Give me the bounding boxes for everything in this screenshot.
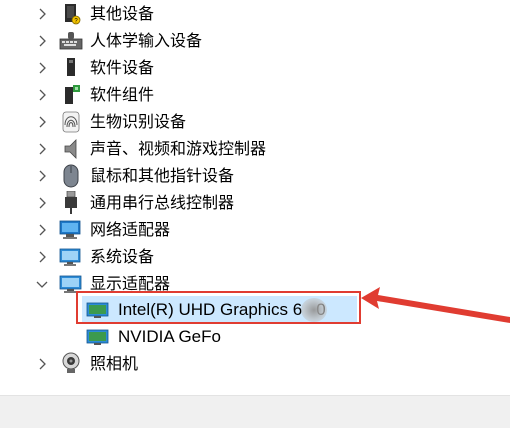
chevron-right-icon[interactable] (36, 8, 48, 20)
privacy-blur-fade (222, 322, 302, 352)
speaker-icon (59, 138, 83, 160)
camera-icon (59, 352, 83, 375)
chevron-right-icon[interactable] (36, 197, 48, 209)
chevron-right-icon[interactable] (36, 224, 48, 236)
tree-item-sound-video-game[interactable]: 声音、视频和游戏控制器 (0, 135, 510, 162)
chevron-right-icon[interactable] (36, 143, 48, 155)
tree-item-label: 软件设备 (90, 57, 155, 77)
tree-item-other-devices[interactable]: ? 其他设备 (0, 0, 510, 27)
chevron-right-icon[interactable] (36, 89, 48, 101)
tree-item-label: 通用串行总线控制器 (90, 192, 235, 212)
software-component-icon (59, 84, 83, 106)
tree-item-mouse[interactable]: 鼠标和其他指针设备 (0, 162, 510, 189)
tree-item-network[interactable]: 网络适配器 (0, 216, 510, 243)
tree-item-system-devices[interactable]: 系统设备 (0, 243, 510, 270)
chevron-right-icon[interactable] (36, 62, 48, 74)
tree-item-biometric[interactable]: 生物识别设备 (0, 108, 510, 135)
tree-item-label: 系统设备 (90, 246, 155, 266)
monitor-icon (86, 326, 110, 348)
tree-item-label: 照相机 (90, 353, 139, 373)
tree-item-label: 人体学输入设备 (90, 30, 203, 50)
keyboard-hid-icon (59, 30, 83, 52)
mouse-icon (59, 164, 83, 187)
tree-item-camera[interactable]: 照相机 (0, 350, 510, 377)
tree-item-label: 声音、视频和游戏控制器 (90, 138, 267, 158)
tree-item-label: 网络适配器 (90, 219, 171, 239)
chevron-right-icon[interactable] (36, 358, 48, 370)
software-device-icon (59, 57, 83, 79)
system-device-icon (59, 246, 83, 268)
tree-item-label: 生物识别设备 (90, 111, 187, 131)
tree-item-usb[interactable]: 通用串行总线控制器 (0, 189, 510, 216)
chevron-right-icon[interactable] (36, 35, 48, 47)
tree-item-software-components[interactable]: 软件组件 (0, 81, 510, 108)
device-label: NVIDIA GeFo (118, 326, 221, 346)
chevron-right-icon[interactable] (36, 170, 48, 182)
usb-icon (59, 190, 83, 214)
status-bar (0, 395, 510, 428)
tree-item-label: 鼠标和其他指针设备 (90, 165, 235, 185)
tree-item-label: 其他设备 (90, 3, 155, 23)
tree-item-hid[interactable]: 人体学输入设备 (0, 27, 510, 54)
tree-item-label: 软件组件 (90, 84, 155, 104)
unknown-device-icon: ? (59, 3, 83, 25)
network-adapter-icon (59, 219, 83, 241)
tree-item-software-devices[interactable]: 软件设备 (0, 54, 510, 81)
fingerprint-icon (59, 111, 83, 133)
chevron-right-icon[interactable] (36, 116, 48, 128)
chevron-down-icon[interactable] (36, 278, 48, 290)
annotation-highlight-box (76, 291, 361, 324)
chevron-right-icon[interactable] (36, 251, 48, 263)
